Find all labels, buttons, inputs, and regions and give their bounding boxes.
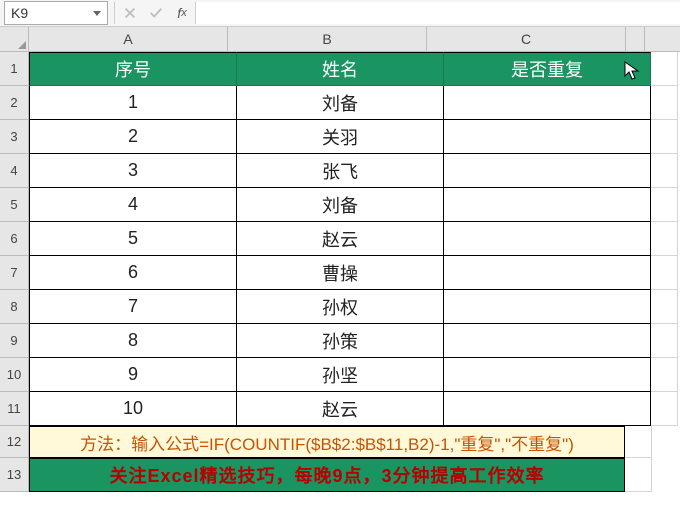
table-row: 3 2 关羽 <box>0 120 680 154</box>
cell-name[interactable]: 赵云 <box>237 392 444 426</box>
cell-edge[interactable] <box>651 222 678 256</box>
cell-seq[interactable]: 5 <box>29 222 237 256</box>
table-row: 8 7 孙权 <box>0 290 680 324</box>
cell-edge[interactable] <box>651 86 678 120</box>
row-header[interactable]: 1 <box>0 52 29 86</box>
cell-name[interactable]: 曹操 <box>237 256 444 290</box>
cell-edge[interactable] <box>651 290 678 324</box>
cell-name[interactable]: 孙坚 <box>237 358 444 392</box>
cell-seq[interactable]: 7 <box>29 290 237 324</box>
cell-dup[interactable] <box>444 324 651 358</box>
cell-edge[interactable] <box>625 426 652 458</box>
cell-edge[interactable] <box>651 154 678 188</box>
cell-name[interactable]: 刘备 <box>237 188 444 222</box>
cancel-icon[interactable] <box>117 2 143 24</box>
cell-dup[interactable] <box>444 222 651 256</box>
cell-edge[interactable] <box>625 458 652 492</box>
cell-edge[interactable] <box>651 256 678 290</box>
cursor-arrow-icon <box>624 61 640 81</box>
row-header[interactable]: 13 <box>0 458 29 492</box>
cell-name[interactable]: 刘备 <box>237 86 444 120</box>
enter-icon[interactable] <box>143 2 169 24</box>
cell-edge[interactable] <box>651 52 678 86</box>
table-row: 5 4 刘备 <box>0 188 680 222</box>
row-header[interactable]: 7 <box>0 256 29 290</box>
row-header[interactable]: 12 <box>0 426 29 458</box>
cell-name[interactable]: 赵云 <box>237 222 444 256</box>
cell-dup[interactable] <box>444 256 651 290</box>
header-cell-dup-label: 是否重复 <box>511 56 583 82</box>
table-row: 2 1 刘备 <box>0 86 680 120</box>
column-header-a[interactable]: A <box>29 27 228 51</box>
cell-seq[interactable]: 9 <box>29 358 237 392</box>
fx-icon[interactable]: fx <box>169 2 195 24</box>
header-cell-name[interactable]: 姓名 <box>237 52 444 86</box>
name-box[interactable]: K9 <box>4 1 108 25</box>
cell-edge[interactable] <box>651 324 678 358</box>
row-header[interactable]: 11 <box>0 392 29 426</box>
cell-dup[interactable] <box>444 154 651 188</box>
cell-edge[interactable] <box>651 358 678 392</box>
cell-dup[interactable] <box>444 392 651 426</box>
row-header[interactable]: 6 <box>0 222 29 256</box>
header-cell-seq[interactable]: 序号 <box>29 52 237 86</box>
select-all-corner[interactable] <box>0 27 29 51</box>
banner-cell[interactable]: 关注Excel精选技巧，每晚9点，3分钟提高工作效率 <box>29 458 625 492</box>
column-headers: A B C <box>0 27 680 52</box>
table-header-row: 1 序号 姓名 是否重复 <box>0 52 680 86</box>
cell-edge[interactable] <box>651 392 678 426</box>
cell-seq[interactable]: 10 <box>29 392 237 426</box>
cell-dup[interactable] <box>444 86 651 120</box>
chevron-down-icon[interactable] <box>93 11 101 16</box>
banner-row: 13 关注Excel精选技巧，每晚9点，3分钟提高工作效率 <box>0 458 680 492</box>
cell-dup[interactable] <box>444 290 651 324</box>
divider <box>114 2 115 24</box>
cell-name[interactable]: 张飞 <box>237 154 444 188</box>
column-header-b[interactable]: B <box>228 27 427 51</box>
table-row: 4 3 张飞 <box>0 154 680 188</box>
cell-name[interactable]: 关羽 <box>237 120 444 154</box>
cell-seq[interactable]: 6 <box>29 256 237 290</box>
cell-seq[interactable]: 1 <box>29 86 237 120</box>
cell-name[interactable]: 孙权 <box>237 290 444 324</box>
column-header-c[interactable]: C <box>427 27 626 51</box>
note-cell[interactable]: 方法：输入公式=IF(COUNTIF($B$2:$B$11,B2)-1,"重复"… <box>29 426 625 458</box>
table-row: 6 5 赵云 <box>0 222 680 256</box>
cell-dup[interactable] <box>444 120 651 154</box>
row-header[interactable]: 9 <box>0 324 29 358</box>
note-row: 12 方法：输入公式=IF(COUNTIF($B$2:$B$11,B2)-1,"… <box>0 426 680 458</box>
row-header[interactable]: 10 <box>0 358 29 392</box>
formula-input[interactable] <box>195 2 680 24</box>
table-row: 7 6 曹操 <box>0 256 680 290</box>
cell-name[interactable]: 孙策 <box>237 324 444 358</box>
row-header[interactable]: 4 <box>0 154 29 188</box>
table-row: 10 9 孙坚 <box>0 358 680 392</box>
cell-seq[interactable]: 3 <box>29 154 237 188</box>
formula-bar: K9 fx <box>0 0 680 27</box>
row-header[interactable]: 2 <box>0 86 29 120</box>
sheet-area: A B C 1 序号 姓名 是否重复 2 1 刘备 3 <box>0 27 680 532</box>
row-header[interactable]: 8 <box>0 290 29 324</box>
cell-dup[interactable] <box>444 188 651 222</box>
column-header-edge <box>626 27 645 51</box>
row-header[interactable]: 3 <box>0 120 29 154</box>
grid: 1 序号 姓名 是否重复 2 1 刘备 3 2 关羽 <box>0 52 680 532</box>
cell-dup[interactable] <box>444 358 651 392</box>
row-header[interactable]: 5 <box>0 188 29 222</box>
table-row: 9 8 孙策 <box>0 324 680 358</box>
header-cell-dup[interactable]: 是否重复 <box>444 52 651 86</box>
table-row: 11 10 赵云 <box>0 392 680 426</box>
name-box-value: K9 <box>11 2 28 24</box>
cell-seq[interactable]: 8 <box>29 324 237 358</box>
cell-edge[interactable] <box>651 120 678 154</box>
cell-seq[interactable]: 4 <box>29 188 237 222</box>
cell-seq[interactable]: 2 <box>29 120 237 154</box>
cell-edge[interactable] <box>651 188 678 222</box>
